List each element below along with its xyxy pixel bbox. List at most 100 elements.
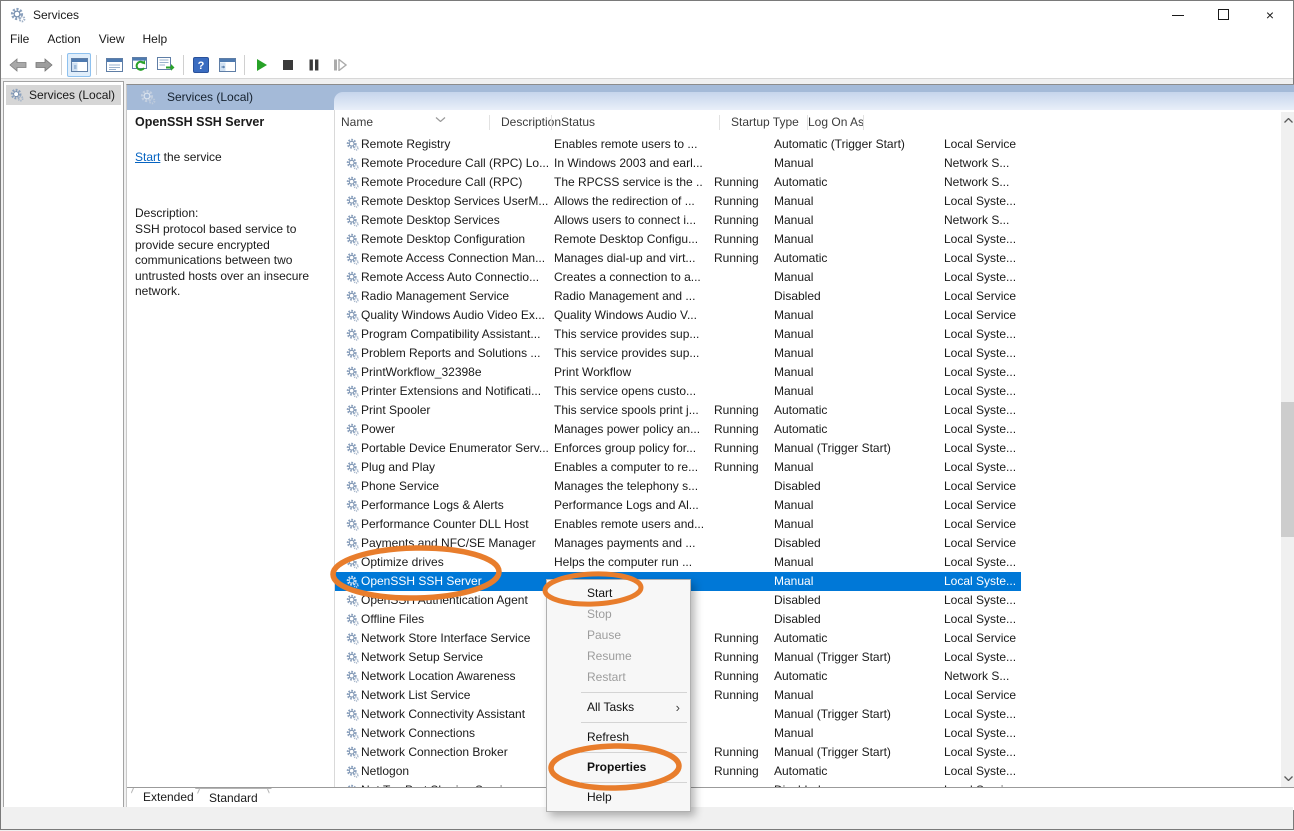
table-row[interactable]: Performance Counter DLL HostEnables remo… bbox=[335, 515, 1021, 534]
menu-item[interactable]: Action bbox=[38, 29, 89, 49]
cell-startup-type: Manual (Trigger Start) bbox=[765, 439, 933, 458]
scroll-up-icon[interactable] bbox=[1281, 112, 1294, 129]
context-menu-item[interactable]: Stop bbox=[547, 604, 690, 625]
cell-log-on-as: Local Syste... bbox=[933, 572, 1021, 591]
context-menu-item[interactable]: All Tasks › bbox=[547, 697, 690, 718]
menu-item-label: Restart bbox=[587, 670, 626, 684]
start-service-link[interactable]: Start bbox=[135, 150, 160, 164]
table-row[interactable]: Print SpoolerThis service spools print j… bbox=[335, 401, 1021, 420]
view-tab[interactable]: Standard bbox=[195, 788, 272, 807]
context-menu-item[interactable]: Help bbox=[547, 787, 690, 808]
refresh-button[interactable] bbox=[128, 53, 152, 77]
menu-item[interactable]: File bbox=[1, 29, 38, 49]
cell-log-on-as: Local Service bbox=[933, 515, 1021, 534]
view-tab[interactable]: Extended bbox=[129, 788, 208, 807]
context-menu-item[interactable]: Restart bbox=[547, 667, 690, 688]
column-header[interactable]: Log On As bbox=[808, 110, 864, 135]
cell-status: Running bbox=[703, 458, 765, 477]
minimize-button[interactable] bbox=[1155, 1, 1201, 29]
context-menu-item[interactable]: Properties bbox=[547, 757, 690, 778]
cell-name: Network Connection Broker bbox=[335, 743, 548, 762]
cell-name: Radio Management Service bbox=[335, 287, 548, 306]
table-row[interactable]: Quality Windows Audio Video Ex...Quality… bbox=[335, 306, 1021, 325]
table-row[interactable]: Remote Access Connection Man...Manages d… bbox=[335, 249, 1021, 268]
column-header[interactable]: Description bbox=[490, 110, 552, 135]
show-console-tree-button[interactable] bbox=[67, 53, 91, 77]
cell-name: Print Spooler bbox=[335, 401, 548, 420]
cell-log-on-as: Local Syste... bbox=[933, 458, 1021, 477]
table-row[interactable]: Remote Desktop Services UserM...Allows t… bbox=[335, 192, 1021, 211]
export-list-button[interactable] bbox=[154, 53, 178, 77]
table-row[interactable]: Remote Desktop ConfigurationRemote Deskt… bbox=[335, 230, 1021, 249]
service-gear-icon bbox=[346, 556, 359, 569]
start-link-suffix: the service bbox=[160, 150, 221, 164]
cell-startup-type: Manual bbox=[765, 192, 933, 211]
show-action-pane-button[interactable] bbox=[215, 53, 239, 77]
cell-description: This service provides sup... bbox=[548, 344, 703, 363]
menu-bar: FileActionViewHelp bbox=[1, 29, 1293, 51]
maximize-button[interactable] bbox=[1201, 1, 1247, 29]
back-button[interactable] bbox=[6, 53, 30, 77]
cell-status bbox=[703, 553, 765, 572]
table-row[interactable]: Printer Extensions and Notificati...This… bbox=[335, 382, 1021, 401]
properties-button[interactable] bbox=[102, 53, 126, 77]
context-menu-item[interactable]: Start bbox=[547, 583, 690, 604]
close-button[interactable]: × bbox=[1247, 1, 1293, 29]
table-row[interactable]: PowerManages power policy an...RunningAu… bbox=[335, 420, 1021, 439]
sidebar-item-services-local[interactable]: Services (Local) bbox=[6, 85, 121, 105]
cell-startup-type: Manual (Trigger Start) bbox=[765, 705, 933, 724]
forward-button[interactable] bbox=[32, 53, 56, 77]
table-row[interactable]: Remote Desktop ServicesAllows users to c… bbox=[335, 211, 1021, 230]
vertical-scrollbar[interactable] bbox=[1281, 112, 1294, 787]
cell-log-on-as: Local Service bbox=[933, 135, 1021, 154]
column-header[interactable]: Status bbox=[552, 110, 720, 135]
cell-log-on-as: Network S... bbox=[933, 154, 1021, 173]
stop-service-button[interactable] bbox=[276, 53, 300, 77]
table-row[interactable]: PrintWorkflow_32398ePrint WorkflowManual… bbox=[335, 363, 1021, 382]
table-row[interactable]: Payments and NFC/SE ManagerManages payme… bbox=[335, 534, 1021, 553]
cell-description: Remote Desktop Configu... bbox=[548, 230, 703, 249]
start-service-button[interactable] bbox=[250, 53, 274, 77]
cell-log-on-as: Local Syste... bbox=[933, 344, 1021, 363]
context-menu-item[interactable]: Refresh bbox=[547, 727, 690, 748]
cell-description: Enables remote users and... bbox=[548, 515, 703, 534]
table-row[interactable]: Remote Access Auto Connectio...Creates a… bbox=[335, 268, 1021, 287]
menu-item[interactable]: View bbox=[90, 29, 134, 49]
scrollbar-thumb[interactable] bbox=[1281, 402, 1294, 537]
context-menu-item[interactable]: Resume bbox=[547, 646, 690, 667]
table-row[interactable]: Remote RegistryEnables remote users to .… bbox=[335, 135, 1021, 154]
cell-name: Network List Service bbox=[335, 686, 548, 705]
table-row[interactable]: Problem Reports and Solutions ...This se… bbox=[335, 344, 1021, 363]
menu-item-label: All Tasks bbox=[587, 700, 634, 714]
cell-log-on-as: Local Syste... bbox=[933, 325, 1021, 344]
service-gear-icon bbox=[346, 499, 359, 512]
table-row[interactable]: Radio Management ServiceRadio Management… bbox=[335, 287, 1021, 306]
table-row[interactable]: Remote Procedure Call (RPC)The RPCSS ser… bbox=[335, 173, 1021, 192]
cell-log-on-as: Network S... bbox=[933, 173, 1021, 192]
cell-status: Running bbox=[703, 401, 765, 420]
table-row[interactable]: Plug and PlayEnables a computer to re...… bbox=[335, 458, 1021, 477]
column-header[interactable]: Startup Type bbox=[720, 110, 808, 135]
cell-name: Plug and Play bbox=[335, 458, 548, 477]
cell-startup-type: Manual bbox=[765, 686, 933, 705]
table-row[interactable]: Performance Logs & AlertsPerformance Log… bbox=[335, 496, 1021, 515]
svg-text:?: ? bbox=[198, 60, 205, 72]
scroll-down-icon[interactable] bbox=[1281, 770, 1294, 787]
table-row[interactable]: Portable Device Enumerator Serv...Enforc… bbox=[335, 439, 1021, 458]
cell-status bbox=[703, 306, 765, 325]
toolbar: ? bbox=[1, 51, 1293, 79]
help-button[interactable]: ? bbox=[189, 53, 213, 77]
table-row[interactable]: Phone ServiceManages the telephony s...D… bbox=[335, 477, 1021, 496]
main-pane: Services (Local) OpenSSH SSH Server Star… bbox=[126, 84, 1294, 809]
pause-service-button[interactable] bbox=[302, 53, 326, 77]
table-row[interactable]: Program Compatibility Assistant...This s… bbox=[335, 325, 1021, 344]
resume-service-button[interactable] bbox=[328, 53, 352, 77]
table-row[interactable]: Optimize drivesHelps the computer run ..… bbox=[335, 553, 1021, 572]
context-menu-item[interactable]: Pause bbox=[547, 625, 690, 646]
cell-status bbox=[703, 135, 765, 154]
cell-startup-type: Manual bbox=[765, 515, 933, 534]
pause-icon bbox=[308, 59, 320, 71]
table-row[interactable]: Remote Procedure Call (RPC) Lo...In Wind… bbox=[335, 154, 1021, 173]
menu-item[interactable]: Help bbox=[134, 29, 177, 49]
column-header[interactable]: Name bbox=[335, 110, 490, 135]
